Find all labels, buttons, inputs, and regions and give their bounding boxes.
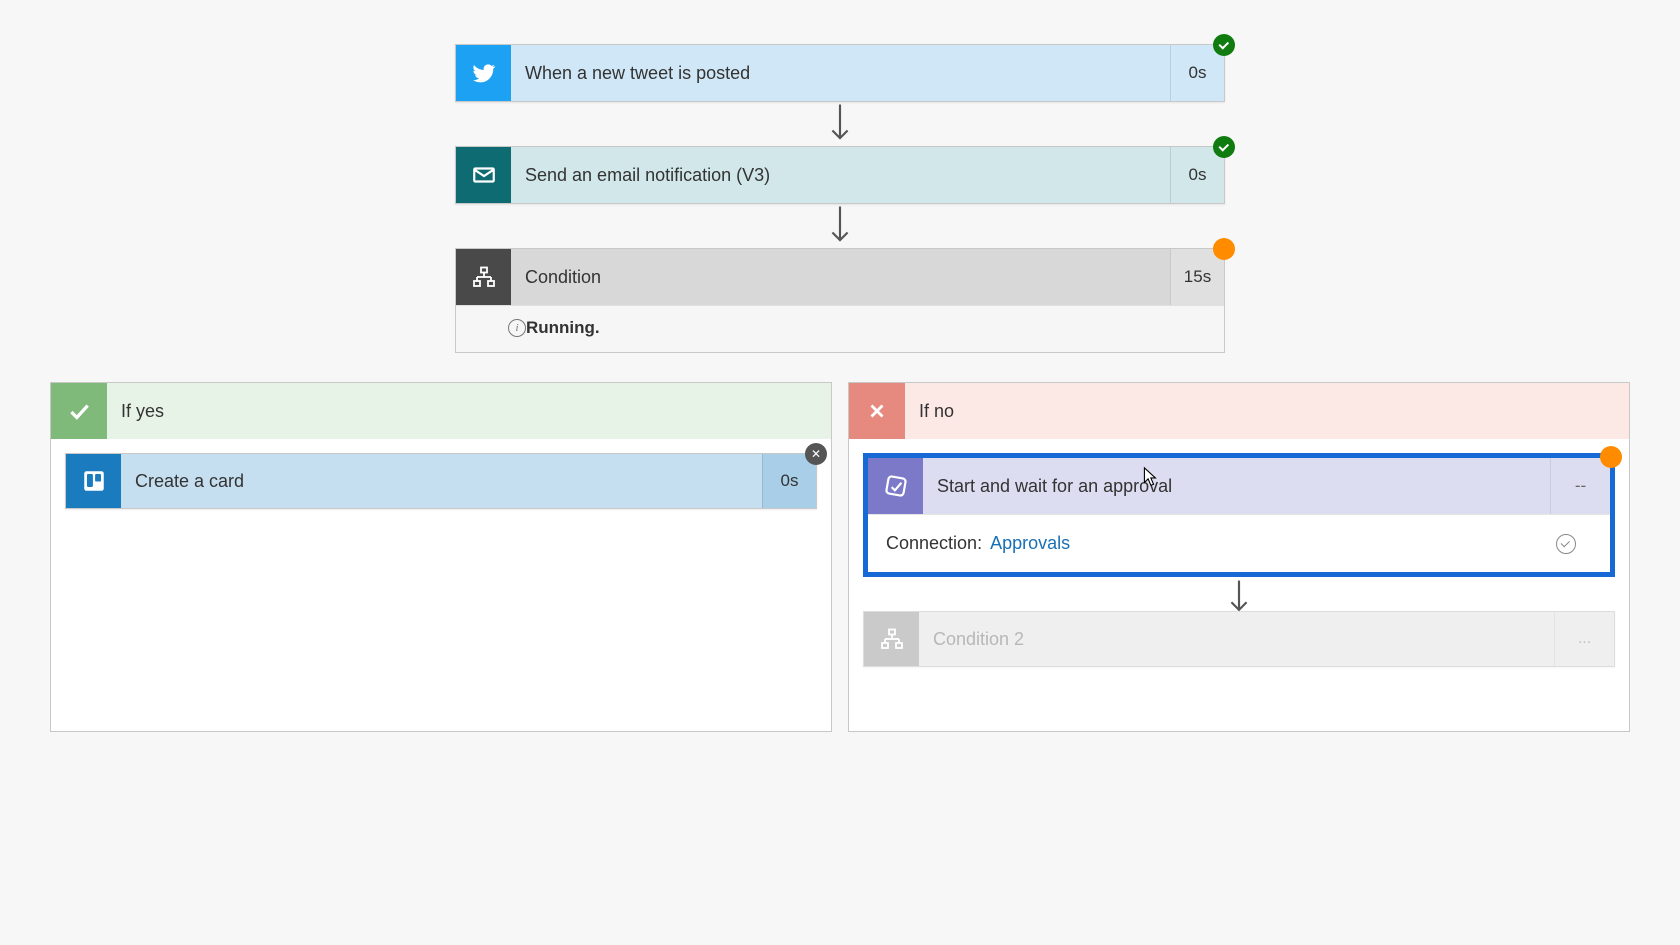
condition2-duration: ... (1554, 612, 1614, 666)
branch-no[interactable]: If no Start and wait for an approval -- (848, 382, 1630, 732)
info-icon: i (508, 319, 526, 337)
success-badge-icon (1213, 136, 1235, 158)
check-icon (51, 383, 107, 439)
condition-label: Condition (511, 249, 1170, 305)
arrow-down-icon (455, 102, 1225, 146)
condition-card[interactable]: Condition 15s i Running. (455, 248, 1225, 353)
condition-status-text: Running. (526, 318, 600, 338)
condition-icon (864, 612, 919, 666)
approval-connection-link[interactable]: Approvals (990, 533, 1070, 554)
action-email-card[interactable]: Send an email notification (V3) 0s (455, 146, 1225, 204)
running-badge-icon (1213, 238, 1235, 260)
trello-create-card[interactable]: Create a card 0s (65, 453, 817, 509)
trigger-twitter-card[interactable]: When a new tweet is posted 0s (455, 44, 1225, 102)
approval-duration: -- (1550, 458, 1610, 514)
approval-connection-label: Connection: (886, 533, 982, 554)
approval-card[interactable]: Start and wait for an approval -- Connec… (863, 453, 1615, 577)
trello-icon (66, 454, 121, 508)
connection-ok-icon (1556, 534, 1576, 554)
branch-yes[interactable]: If yes Create a card 0s (50, 382, 832, 732)
condition-status-row: i Running. (456, 305, 1224, 352)
email-label: Send an email notification (V3) (511, 147, 1170, 203)
mail-icon (456, 147, 511, 203)
arrow-down-icon (863, 577, 1615, 611)
x-icon (849, 383, 905, 439)
approval-icon (868, 458, 923, 514)
condition2-card[interactable]: Condition 2 ... (863, 611, 1615, 667)
trello-label: Create a card (121, 454, 762, 508)
condition2-label: Condition 2 (919, 612, 1554, 666)
cancel-badge-icon (805, 443, 827, 465)
branch-yes-title: If yes (107, 383, 831, 439)
branch-no-title: If no (905, 383, 1629, 439)
trigger-label: When a new tweet is posted (511, 45, 1170, 101)
running-badge-icon (1600, 446, 1622, 468)
twitter-icon (456, 45, 511, 101)
approval-label: Start and wait for an approval (923, 458, 1550, 514)
condition-icon (456, 249, 511, 305)
arrow-down-icon (455, 204, 1225, 248)
approval-connection-row: Connection: Approvals (868, 514, 1610, 572)
success-badge-icon (1213, 34, 1235, 56)
